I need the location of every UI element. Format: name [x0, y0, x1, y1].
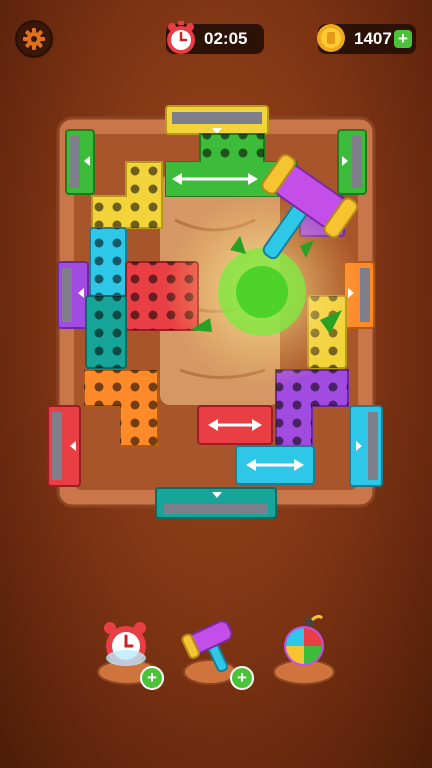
add-booster-button[interactable]: +	[140, 666, 164, 690]
teal-piece[interactable]	[85, 295, 127, 369]
cyan-piece[interactable]	[89, 227, 127, 297]
exit-gate-right-green	[337, 129, 367, 195]
exit-gate-left-green	[65, 129, 95, 195]
add-booster-button[interactable]: +	[230, 666, 254, 690]
alarm-clock-icon	[104, 622, 146, 666]
exit-gate-left-purple	[57, 261, 89, 329]
freeze-time-booster[interactable]: +	[96, 612, 172, 692]
exit-gate-top-yellow	[165, 105, 269, 135]
hammer-booster[interactable]: +	[180, 612, 256, 692]
bomb-icon	[284, 614, 324, 666]
cyan-bar-piece[interactable]	[235, 445, 315, 485]
exit-gate-left-red	[47, 405, 81, 487]
exit-gate-right-cyan	[349, 405, 383, 487]
bomb-booster[interactable]	[268, 612, 344, 692]
small-red-piece[interactable]	[197, 405, 273, 445]
exit-gate-bottom-teal	[155, 487, 277, 519]
